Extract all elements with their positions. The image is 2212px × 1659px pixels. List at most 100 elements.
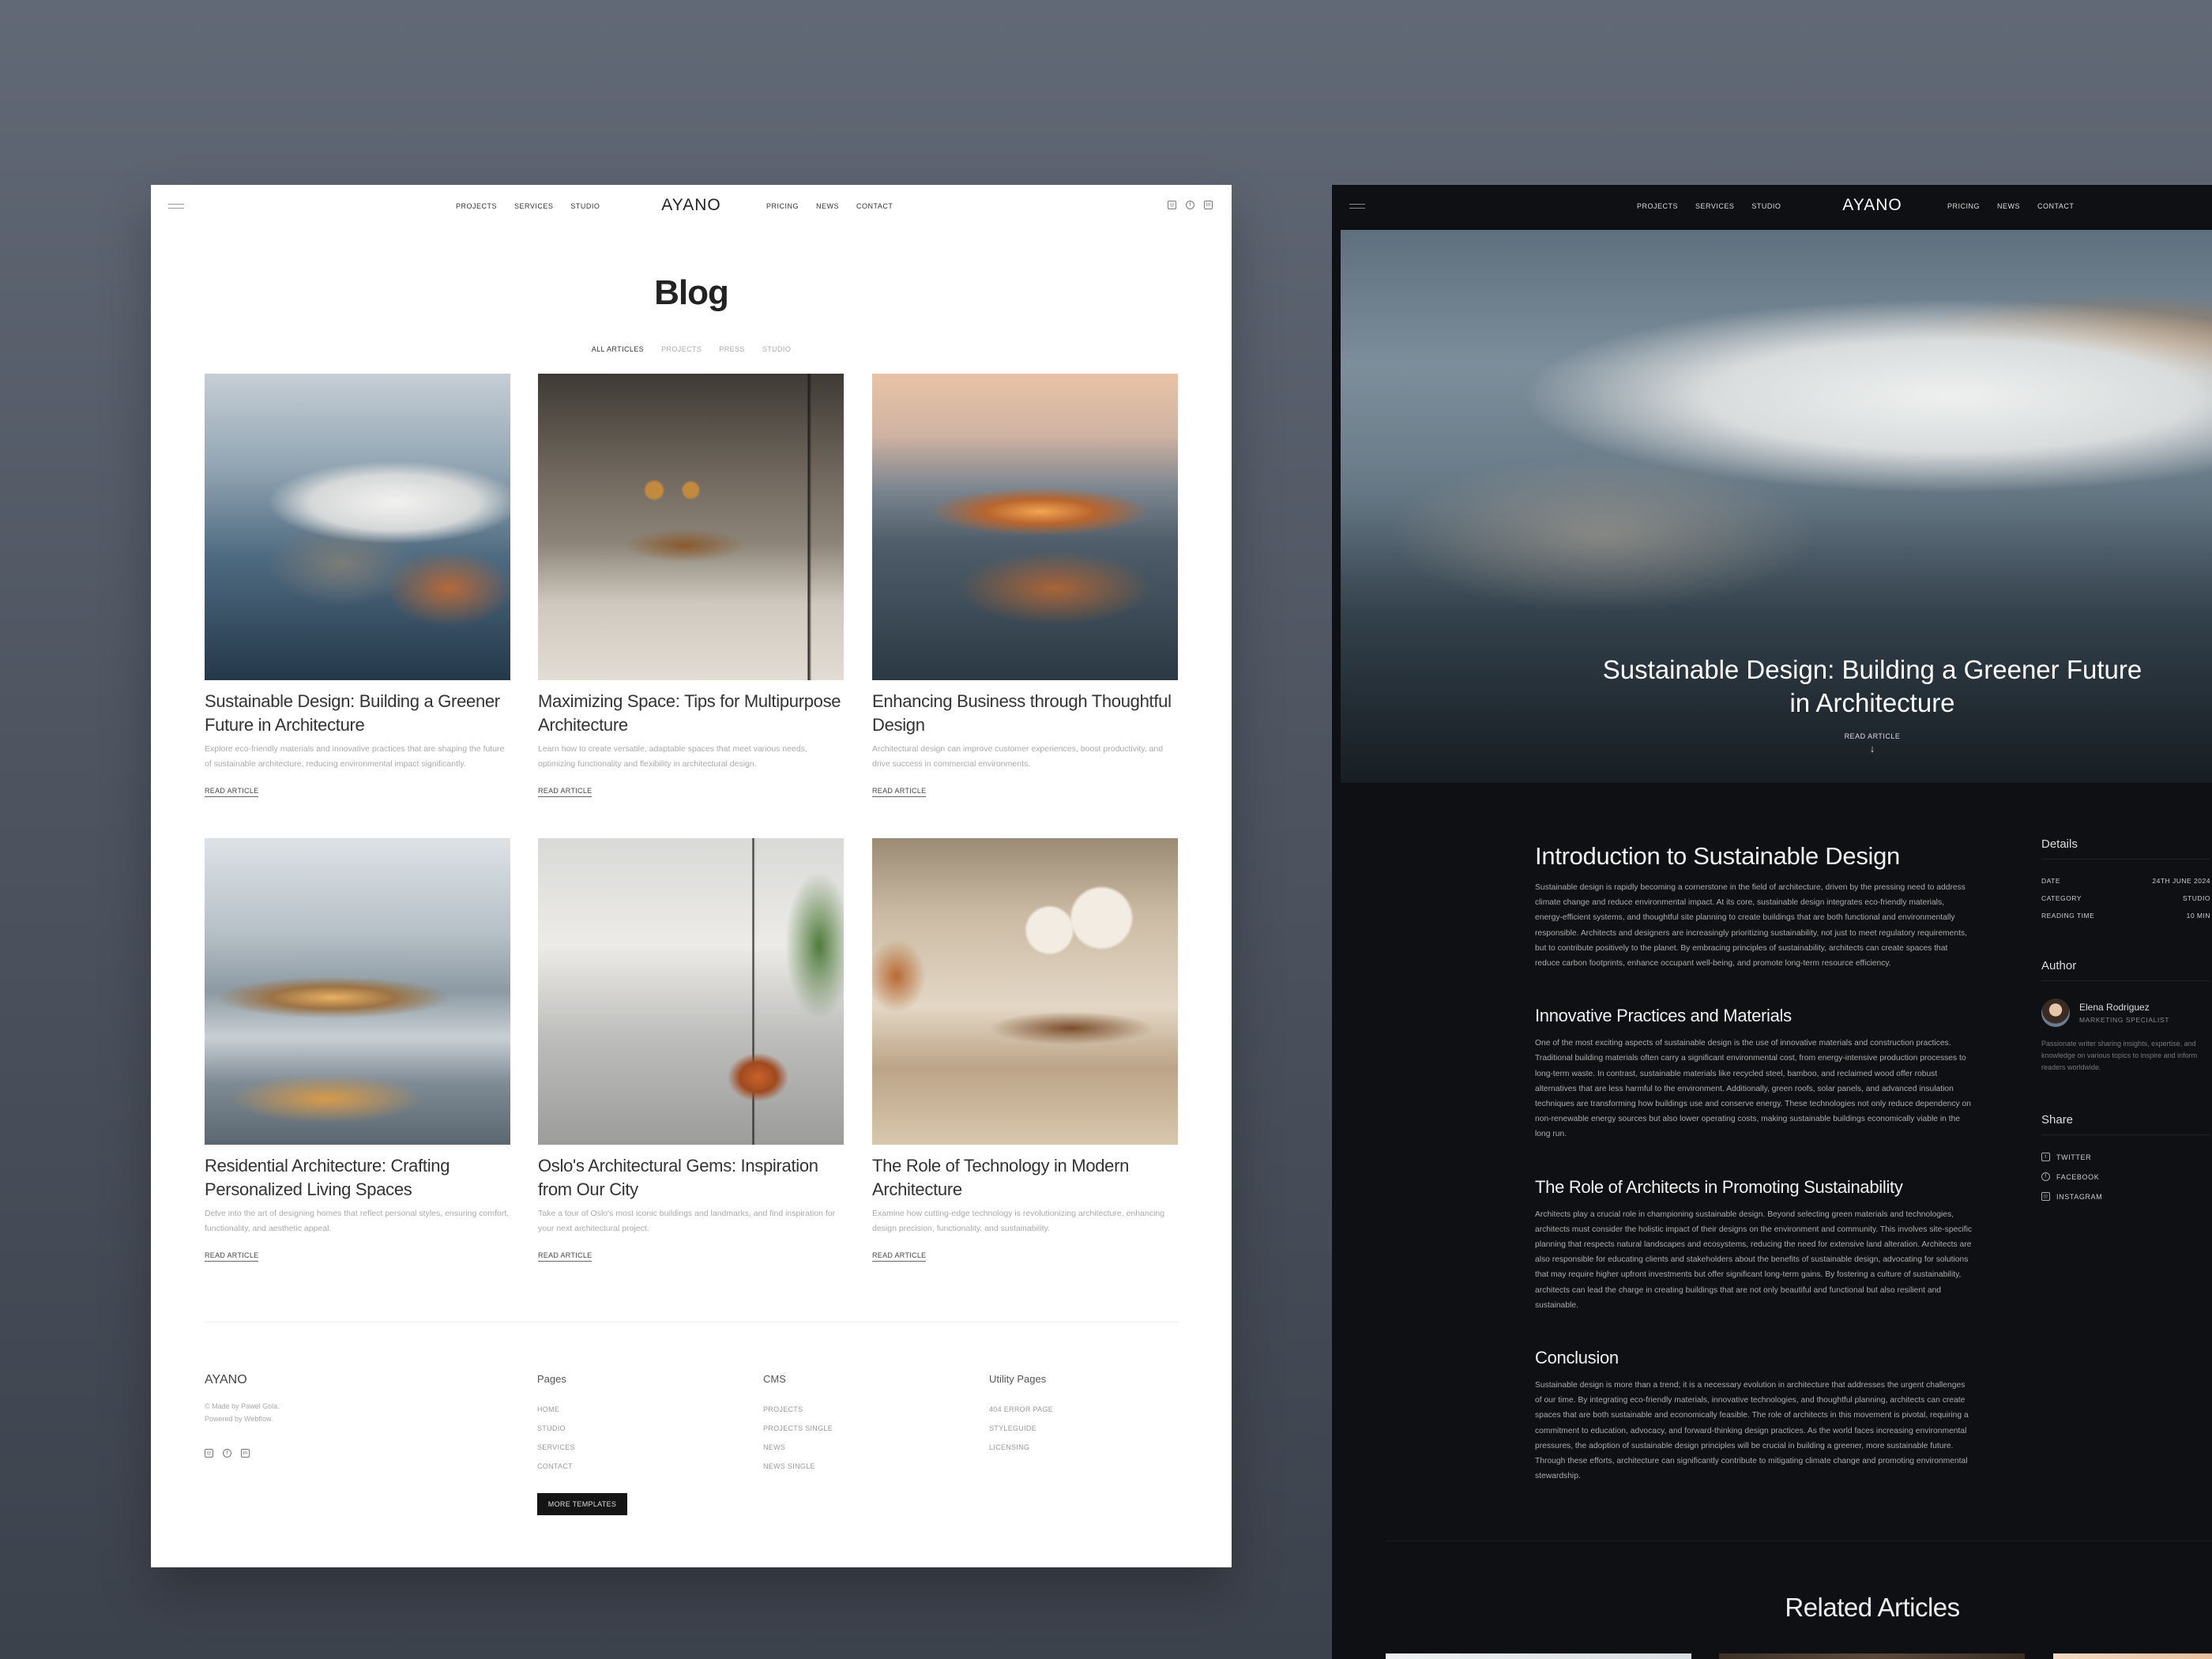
section-heading: Innovative Practices and Materials [1535,1006,1792,1026]
nav-contact[interactable]: CONTACT [2037,202,2074,210]
logo[interactable]: AYANO [1825,196,1920,215]
detail-label: DATE [2041,877,2061,885]
card-description: Take a tour of Oslo's most iconic buildi… [538,1209,836,1233]
footer-link-projects-single[interactable]: PROJECTS SINGLE [763,1424,833,1432]
detail-date: DATE 24TH JUNE 2024 [2041,877,2210,885]
hero-read-article[interactable]: READ ARTICLE [1793,732,1951,740]
footer-link-contact[interactable]: CONTACT [537,1462,575,1470]
card-image[interactable] [205,374,510,680]
detail-label: READING TIME [2041,912,2095,920]
facebook-icon[interactable]: f [1186,201,1194,209]
author-name: Elena Rodriguez [2079,1002,2150,1013]
footer-col-title: Utility Pages [989,1373,1047,1385]
menu-icon[interactable] [168,204,184,209]
related-card-image[interactable] [2053,1653,2212,1659]
card-title[interactable]: The Role of Technology in Modern Archite… [872,1154,1178,1202]
nav-services[interactable]: SERVICES [514,202,553,210]
footer-cms: CMS PROJECTS PROJECTS SINGLE NEWS NEWS S… [763,1373,833,1481]
footer-col-title: CMS [763,1373,786,1385]
card-title[interactable]: Residential Architecture: Crafting Perso… [205,1154,510,1202]
nav-contact[interactable]: CONTACT [856,202,893,210]
read-article-link[interactable]: READ ARTICLE [205,787,259,797]
related-card-image[interactable] [1719,1653,2025,1659]
card-title[interactable]: Enhancing Business through Thoughtful De… [872,690,1178,737]
article-title: Sustainable Design: Building a Greener F… [1602,655,2142,717]
footer-copyright: © Made by Pawel Gola. Powered by Webflow… [205,1400,280,1425]
card-image[interactable] [872,838,1178,1145]
twitter-icon: t [2041,1153,2050,1161]
footer-logo[interactable]: AYANO [205,1373,247,1387]
filter-studio[interactable]: STUDIO [762,345,791,353]
filter-press[interactable]: PRESS [719,345,745,353]
nav-studio[interactable]: STUDIO [1751,202,1781,210]
instagram-icon[interactable]: ◎ [205,1449,213,1458]
card-description: Architectural design can improve custome… [872,744,1164,769]
footer-utility: Utility Pages 404 ERROR PAGE STYLEGUIDE … [989,1373,1053,1462]
nav-studio[interactable]: STUDIO [570,202,600,210]
top-nav: PROJECTS SERVICES STUDIO AYANO PRICING N… [151,185,1232,229]
card-description: Learn how to create versatile, adaptable… [538,744,807,769]
blog-card: Enhancing Business through Thoughtful De… [872,374,1178,797]
footer-link-home[interactable]: HOME [537,1405,575,1413]
blog-card: The Role of Technology in Modern Archite… [872,838,1178,1262]
section-text: Architects play a crucial role in champi… [1535,1209,1973,1310]
more-templates-button[interactable]: MORE TEMPLATES [537,1493,627,1515]
footer-link-news[interactable]: NEWS [763,1443,833,1451]
footer-link-services[interactable]: SERVICES [537,1443,575,1451]
logo[interactable]: AYANO [644,196,739,215]
instagram-icon: ◎ [2041,1192,2050,1201]
filter-projects[interactable]: PROJECTS [661,345,702,353]
read-article-link[interactable]: READ ARTICLE [538,787,592,797]
share-twitter[interactable]: t TWITTER [2041,1153,2210,1161]
section-heading: Introduction to Sustainable Design [1535,842,1900,870]
avatar [2041,999,2070,1027]
linkedin-icon[interactable]: in [241,1449,250,1458]
card-image[interactable] [872,374,1178,680]
nav-projects[interactable]: PROJECTS [456,202,497,210]
card-title[interactable]: Sustainable Design: Building a Greener F… [205,690,510,737]
facebook-icon: f [2041,1172,2050,1181]
arrow-down-icon[interactable]: ↓ [1793,743,1951,754]
share-instagram[interactable]: ◎ INSTAGRAM [2041,1192,2210,1201]
read-article-link[interactable]: READ ARTICLE [205,1251,259,1262]
filter-all-articles[interactable]: ALL ARTICLES [592,345,644,353]
footer-link-news-single[interactable]: NEWS SINGLE [763,1462,833,1470]
detail-value: STUDIO [2182,894,2210,902]
nav-pricing[interactable]: PRICING [1947,202,1980,210]
footer-link-licensing[interactable]: LICENSING [989,1443,1053,1451]
related-articles-title: Related Articles [1785,1593,1960,1622]
read-article-link[interactable]: READ ARTICLE [872,1251,927,1262]
instagram-icon[interactable]: ◎ [1168,201,1176,209]
menu-icon[interactable] [1349,204,1365,209]
detail-category: CATEGORY STUDIO [2041,894,2210,902]
article-page: PROJECTS SERVICES STUDIO AYANO PRICING N… [1332,185,2212,1659]
card-description: Explore eco-friendly materials and innov… [205,744,505,769]
footer-link-projects[interactable]: PROJECTS [763,1405,833,1413]
powered-by[interactable]: Powered by Webflow. [205,1413,280,1425]
read-article-link[interactable]: READ ARTICLE [872,787,927,797]
nav-pricing[interactable]: PRICING [766,202,799,210]
card-title[interactable]: Maximizing Space: Tips for Multipurpose … [538,690,844,737]
card-image[interactable] [538,374,844,680]
blog-card: Sustainable Design: Building a Greener F… [205,374,510,797]
footer-link-404[interactable]: 404 ERROR PAGE [989,1405,1053,1413]
facebook-icon[interactable]: f [223,1449,231,1458]
page-title: Blog [654,273,729,312]
author-card: Elena Rodriguez MARKETING SPECIALIST [2041,999,2210,1027]
nav-projects[interactable]: PROJECTS [1637,202,1678,210]
card-image[interactable] [538,838,844,1145]
footer-pages: Pages HOME STUDIO SERVICES CONTACT [537,1373,575,1481]
linkedin-icon[interactable]: in [1204,201,1213,209]
read-article-link[interactable]: READ ARTICLE [538,1251,592,1262]
nav-news[interactable]: NEWS [816,202,839,210]
card-image[interactable] [205,838,510,1145]
card-title[interactable]: Oslo's Architectural Gems: Inspiration f… [538,1154,844,1202]
section-text: One of the most exciting aspects of sust… [1535,1039,1972,1139]
nav-news[interactable]: NEWS [1997,202,2020,210]
footer-link-styleguide[interactable]: STYLEGUIDE [989,1424,1053,1432]
share-facebook[interactable]: f FACEBOOK [2041,1172,2210,1181]
footer-link-studio[interactable]: STUDIO [537,1424,575,1432]
share-title: Share [2041,1113,2210,1135]
nav-services[interactable]: SERVICES [1695,202,1734,210]
related-card-image[interactable] [1386,1653,1691,1659]
